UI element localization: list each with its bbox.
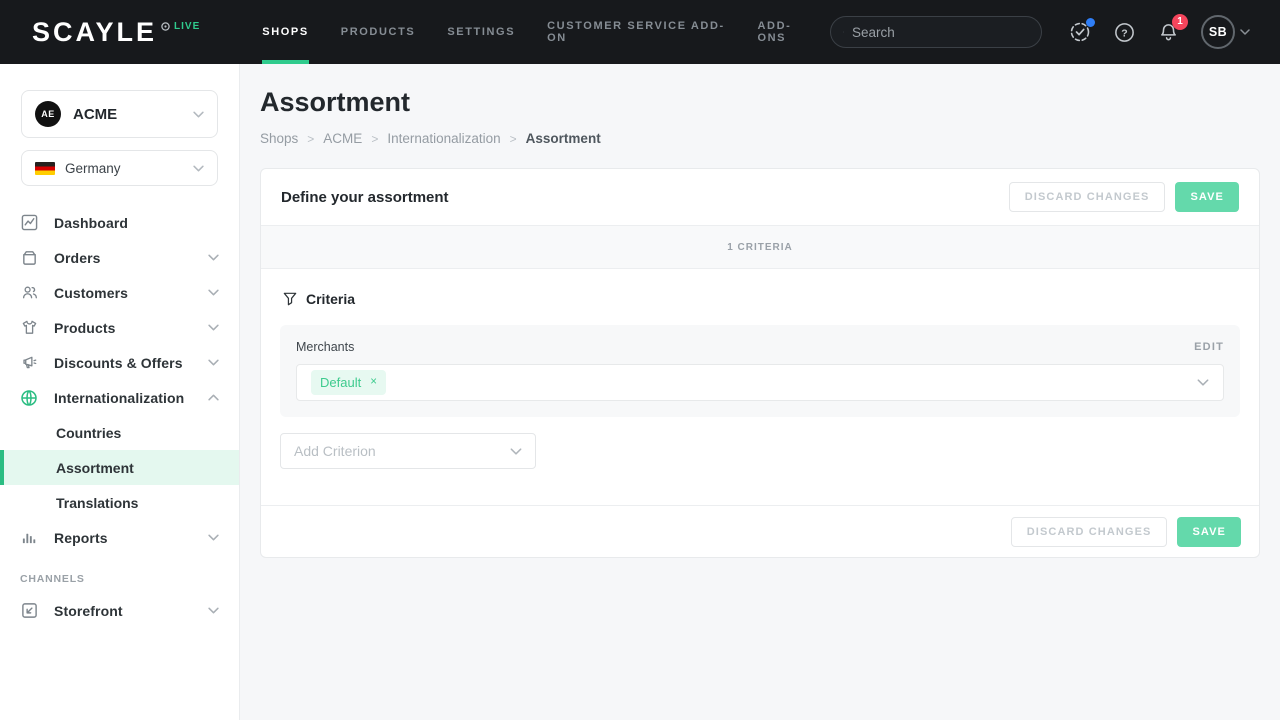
search-icon: [843, 25, 844, 39]
country-selector[interactable]: Germany: [21, 150, 218, 186]
notification-badge: 1: [1172, 14, 1188, 30]
shop-name: ACME: [73, 106, 117, 123]
filter-icon: [283, 292, 297, 306]
scayle-logo[interactable]: SCAYLE LIVE: [32, 19, 200, 46]
save-button[interactable]: SAVE: [1175, 182, 1239, 212]
criterion-label: Merchants: [296, 340, 354, 354]
logo-text: SCAYLE: [32, 19, 157, 46]
customers-icon: [20, 284, 38, 301]
card-title: Define your assortment: [281, 189, 449, 206]
shop-selector[interactable]: AE ACME: [21, 90, 218, 138]
chevron-down-icon: [208, 254, 219, 261]
sidebar-item-countries[interactable]: Countries: [0, 415, 239, 450]
sidebar: AE ACME Germany Dashboard Orders: [0, 64, 240, 720]
breadcrumb-acme[interactable]: ACME: [323, 131, 362, 146]
nav-products[interactable]: PRODUCTS: [325, 0, 432, 64]
tshirt-icon: [20, 319, 38, 336]
breadcrumb-shops[interactable]: Shops: [260, 131, 298, 146]
notifications-button[interactable]: 1: [1157, 21, 1180, 44]
nav-shops[interactable]: SHOPS: [246, 0, 325, 64]
topbar: SCAYLE LIVE SHOPS PRODUCTS SETTINGS CUST…: [0, 0, 1280, 64]
chevron-down-icon: [193, 111, 204, 118]
chevron-down-icon: [193, 165, 204, 172]
merchants-criterion-panel: Merchants EDIT Default ×: [280, 325, 1240, 417]
chevron-up-icon: [208, 394, 219, 401]
merchant-tag-label: Default: [320, 375, 361, 390]
chevron-down-icon: [208, 324, 219, 331]
criteria-heading: Criteria: [306, 291, 355, 307]
sidebar-item-translations[interactable]: Translations: [0, 485, 239, 520]
remove-tag-icon[interactable]: ×: [370, 377, 377, 389]
main-content: Assortment Shops > ACME > Internationali…: [240, 64, 1280, 720]
merchant-tag: Default ×: [311, 370, 386, 395]
chevron-down-icon: [208, 607, 219, 614]
dashboard-icon: [20, 214, 38, 231]
shop-badge: AE: [35, 101, 61, 127]
breadcrumb: Shops > ACME > Internationalization > As…: [260, 131, 1260, 146]
discard-changes-button-footer[interactable]: DISCARD CHANGES: [1011, 517, 1168, 547]
sidebar-item-dashboard[interactable]: Dashboard: [0, 205, 239, 240]
search-input[interactable]: [852, 25, 1029, 40]
help-icon: ?: [1113, 21, 1136, 44]
nav-settings[interactable]: SETTINGS: [431, 0, 531, 64]
breadcrumb-internationalization[interactable]: Internationalization: [387, 131, 500, 146]
storefront-icon: [20, 602, 38, 619]
sidebar-item-products[interactable]: Products: [0, 310, 239, 345]
help-button[interactable]: ?: [1113, 21, 1136, 44]
criteria-count-band: 1 CRITERIA: [261, 225, 1259, 269]
chevron-down-icon: [510, 448, 522, 455]
sidebar-item-customers[interactable]: Customers: [0, 275, 239, 310]
chevron-down-icon: [208, 289, 219, 296]
megaphone-icon: [20, 354, 38, 371]
sidebar-item-assortment[interactable]: Assortment: [0, 450, 239, 485]
country-name: Germany: [65, 161, 121, 176]
orders-icon: [20, 249, 38, 266]
add-criterion-placeholder: Add Criterion: [294, 443, 376, 459]
save-button-footer[interactable]: SAVE: [1177, 517, 1241, 547]
nav-add-ons[interactable]: ADD-ONS: [741, 0, 830, 64]
sidebar-item-storefront[interactable]: Storefront: [0, 593, 239, 628]
status-dot: [1086, 18, 1095, 27]
sidebar-item-discounts-offers[interactable]: Discounts & Offers: [0, 345, 239, 380]
breadcrumb-separator: >: [307, 132, 314, 146]
chevron-down-icon: [208, 359, 219, 366]
assortment-card: Define your assortment DISCARD CHANGES S…: [260, 168, 1260, 558]
criteria-count: 1 CRITERIA: [727, 242, 793, 253]
chevron-down-icon: [1197, 379, 1209, 386]
main-navigation: SHOPS PRODUCTS SETTINGS CUSTOMER SERVICE…: [246, 0, 830, 64]
breadcrumb-separator: >: [371, 132, 378, 146]
svg-text:?: ?: [1121, 27, 1127, 39]
sidebar-item-internationalization[interactable]: Internationalization: [0, 380, 239, 415]
chevron-down-icon: [1240, 29, 1250, 35]
globe-icon: [20, 389, 38, 407]
channels-section-label: CHANNELS: [0, 555, 239, 593]
chevron-down-icon: [208, 534, 219, 541]
global-search[interactable]: [830, 16, 1042, 48]
nav-customer-service-add-on[interactable]: CUSTOMER SERVICE ADD-ON: [531, 0, 741, 64]
live-badge: LIVE: [174, 21, 200, 32]
germany-flag-icon: [35, 162, 55, 175]
breadcrumb-assortment: Assortment: [526, 131, 601, 146]
edit-button[interactable]: EDIT: [1194, 341, 1224, 353]
add-criterion-select[interactable]: Add Criterion: [280, 433, 536, 469]
task-status-button[interactable]: [1068, 20, 1092, 44]
bar-chart-icon: [20, 529, 38, 546]
sidebar-item-reports[interactable]: Reports: [0, 520, 239, 555]
breadcrumb-separator: >: [510, 132, 517, 146]
sidebar-item-orders[interactable]: Orders: [0, 240, 239, 275]
avatar: SB: [1201, 15, 1235, 49]
page-title: Assortment: [260, 87, 1260, 118]
discard-changes-button[interactable]: DISCARD CHANGES: [1009, 182, 1166, 212]
user-menu[interactable]: SB: [1201, 15, 1250, 49]
gauge-icon: [161, 22, 170, 31]
merchants-select[interactable]: Default ×: [296, 364, 1224, 401]
